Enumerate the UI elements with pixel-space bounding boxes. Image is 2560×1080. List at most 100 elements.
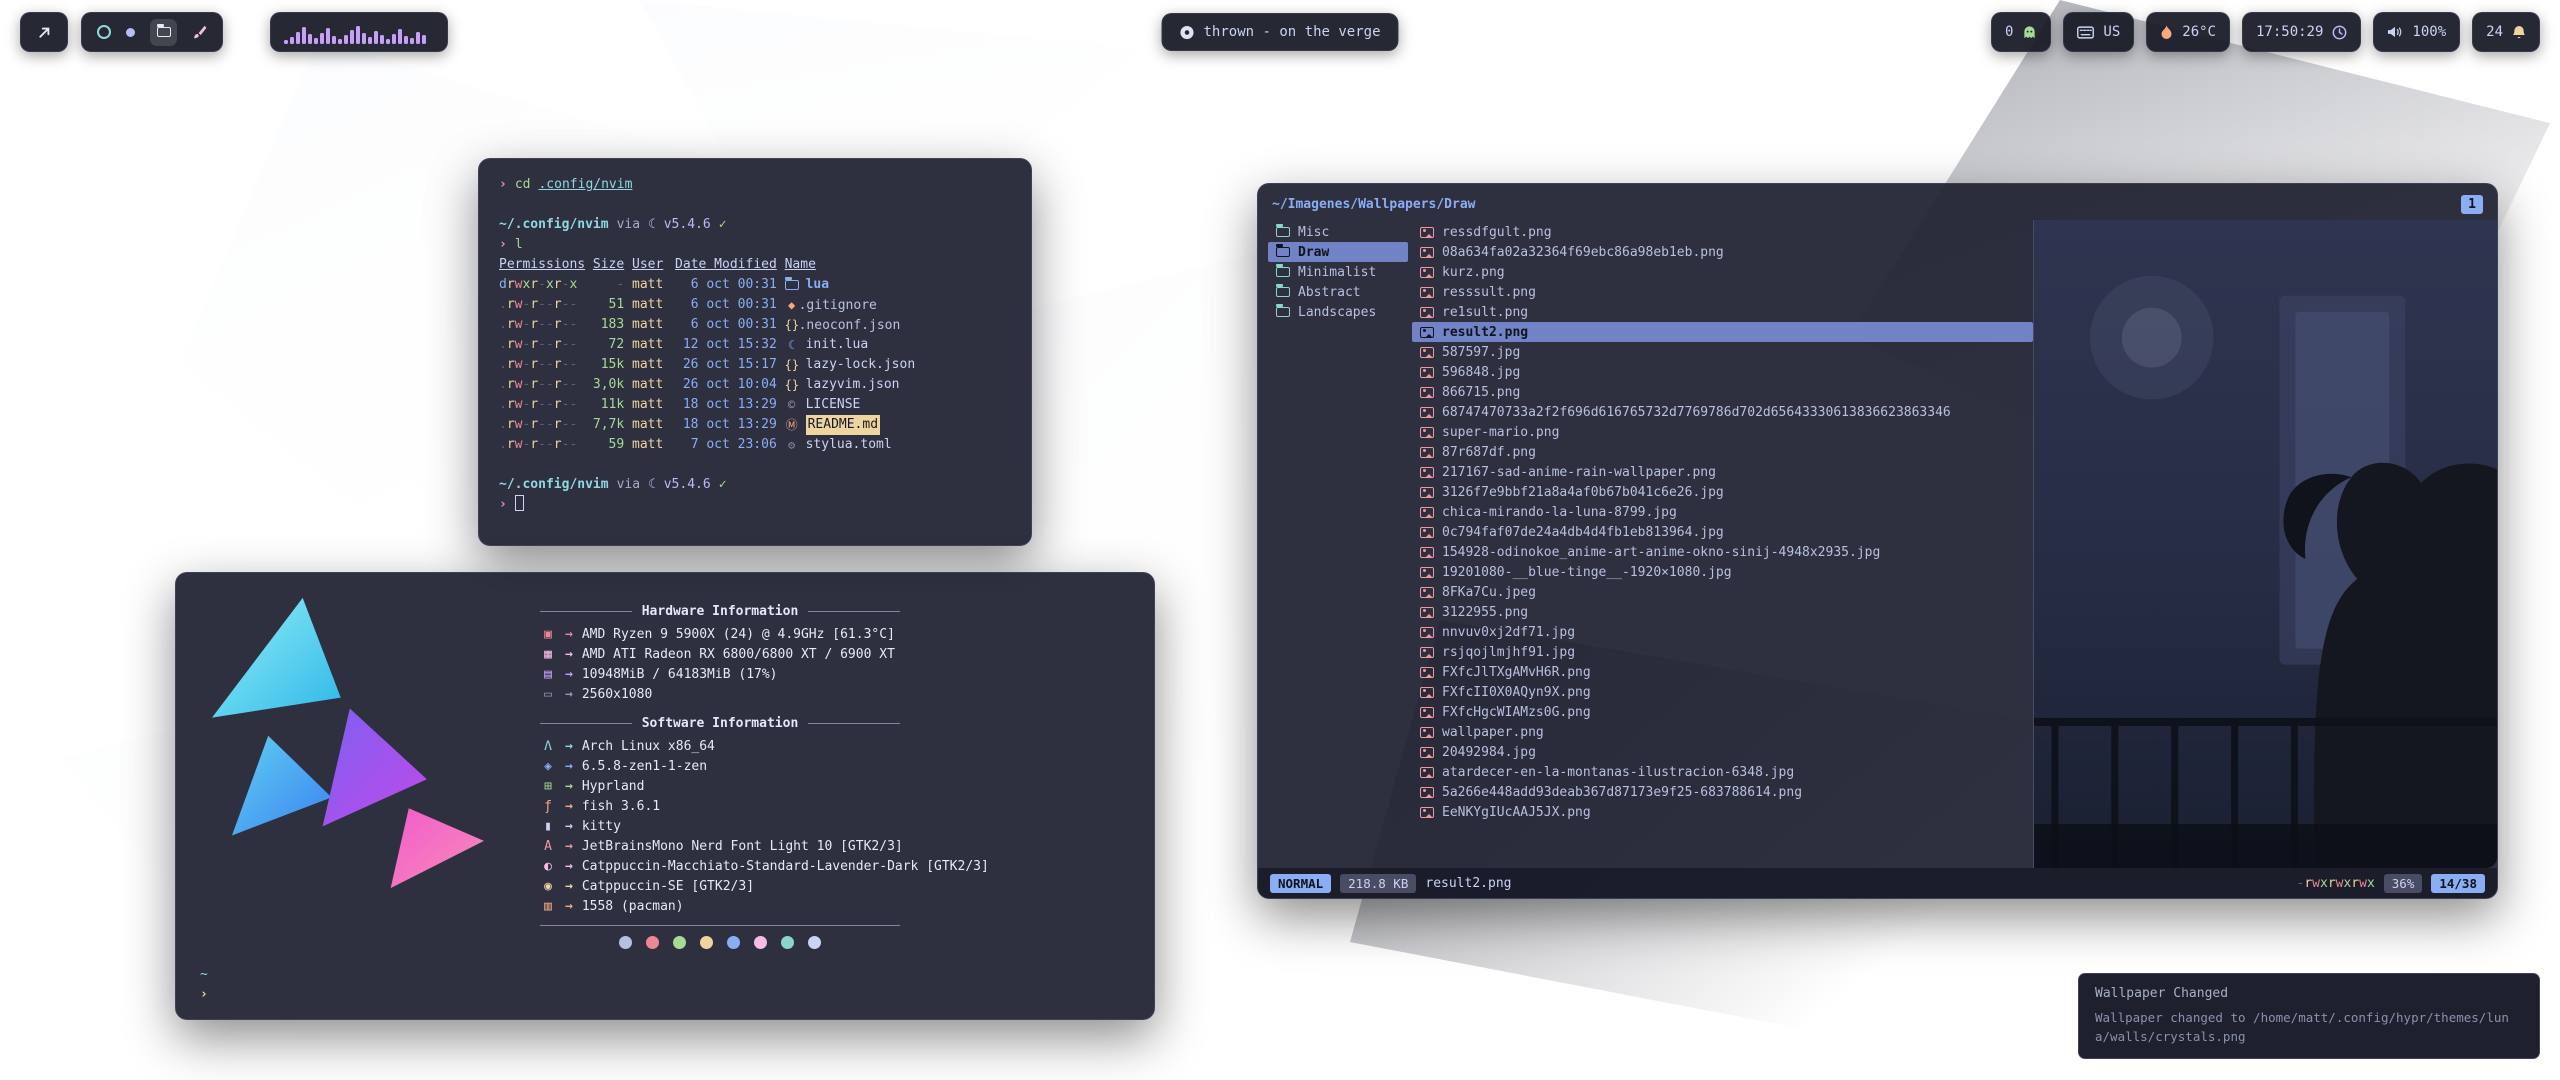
listing-row[interactable]: .rw-r--r-- 15k matt 26 oct 15:17 {}lazy-… [499,355,1011,375]
status-bar: thrown - on the verge 0 US 26°C 17:50:29… [0,12,2560,54]
file-item[interactable]: 0c794faf07de24a4db4d4fb1eb813964.jpg [1412,522,2033,542]
file-item[interactable]: 217167-sad-anime-rain-wallpaper.png [1412,462,2033,482]
image-file-icon [1420,307,1434,318]
sidebar-folder-abstract[interactable]: Abstract [1268,282,1408,302]
fetch-value: 2560x1080 [582,685,652,705]
folder-name: Draw [1298,245,1329,260]
listing-row[interactable]: drwxr-xr-x - matt 6 oct 00:31 lua [499,275,1011,295]
listing-row[interactable]: .rw-r--r-- 7,7k matt 18 oct 13:29 ⓂREADM… [499,415,1011,435]
sidebar-folder-minimalist[interactable]: Minimalist [1268,262,1408,282]
file-item[interactable]: nnvuv0xj2df71.jpg [1412,622,2033,642]
memory-icon: ▤ [540,665,556,685]
updates-ghost-icon [2022,25,2037,40]
file-item[interactable]: 3126f7e9bbf21a8a4af0b67b041c6e26.jpg [1412,482,2033,502]
sidebar-folder-draw[interactable]: Draw [1268,242,1408,262]
file-item[interactable]: 587597.jpg [1412,342,2033,362]
file-item[interactable]: atardecer-en-la-montanas-ilustracion-634… [1412,762,2033,782]
sidebar-folder-misc[interactable]: Misc [1268,222,1408,242]
file-item[interactable]: 87r687df.png [1412,442,2033,462]
arrow-icon: → [565,665,573,685]
fetch-value: Catppuccin-SE [GTK2/3] [582,877,754,897]
file-name: 217167-sad-anime-rain-wallpaper.png [1442,465,1716,480]
file-item[interactable]: resssult.png [1412,282,2033,302]
terminal-cursor[interactable] [515,495,524,511]
image-file-icon [1420,807,1434,818]
file-item[interactable]: 8FKa7Cu.jpeg [1412,582,2033,602]
distro-logo [212,593,484,893]
file-item[interactable]: EeNKYgIUcAAJ5JX.png [1412,802,2033,822]
listing-row[interactable]: .rw-r--r-- 11k matt 18 oct 13:29 ©LICENS… [499,395,1011,415]
file-name: 587597.jpg [1442,345,1520,360]
clock-icon [2332,25,2347,40]
temperature-module[interactable]: 26°C [2146,12,2230,52]
file-name: EeNKYgIUcAAJ5JX.png [1442,805,1591,820]
file-name: init.lua [806,335,869,355]
file-name: stylua.toml [806,435,892,455]
terminal-window[interactable]: ›cd.config/nvim ~/.config/nvimvia☾ v5.4.… [478,158,1032,546]
file-item[interactable]: 596848.jpg [1412,362,2033,382]
file-manager-window[interactable]: ~/Imagenes/Wallpapers/Draw 1 Misc Draw M… [1257,183,2498,899]
notifications-module[interactable]: 24 [2472,12,2540,52]
dock-paintbrush-icon[interactable] [192,25,207,40]
visualizer-bar [368,37,372,44]
file-item[interactable]: 20492984.jpg [1412,742,2033,762]
terminal-icon: ▮ [540,817,556,837]
flame-icon [2160,25,2173,40]
tab-indicator[interactable]: 1 [2461,195,2483,214]
file-item[interactable]: 154928-odinokoe_anime-art-anime-okno-sin… [1412,542,2033,562]
listing-row[interactable]: .rw-r--r-- 3,0k matt 26 oct 10:04 {}lazy… [499,375,1011,395]
file-item[interactable]: chica-mirando-la-luna-8799.jpg [1412,502,2033,522]
listing-row[interactable]: .rw-r--r-- 72 matt 12 oct 15:32 ☾init.lu… [499,335,1011,355]
fetch-line: ▮ → kitty [540,817,1100,837]
updates-module[interactable]: 0 [1991,12,2051,52]
file-name: FXfcJlTXgAMvH6R.png [1442,665,1591,680]
file-item[interactable]: kurz.png [1412,262,2033,282]
file-item[interactable]: FXfcJlTXgAMvH6R.png [1412,662,2033,682]
launcher-button[interactable] [20,12,68,52]
file-item[interactable]: 08a634fa02a32364f69ebc86a98eb1eb.png [1412,242,2033,262]
volume-module[interactable]: 100% [2373,12,2460,52]
file-item[interactable]: FXfcII0X0AQyn9X.png [1412,682,2033,702]
audio-visualizer [270,12,448,52]
fetch-value: kitty [582,817,621,837]
file-item[interactable]: 19201080-__blue-tinge__-1920×1080.jpg [1412,562,2033,582]
file-name: 3126f7e9bbf21a8a4af0b67b041c6e26.jpg [1442,485,1724,500]
file-item[interactable]: ressdfgult.png [1412,222,2033,242]
shell-prompt: ~ › [200,965,208,1005]
file-item[interactable]: rsjqojlmjhf91.jpg [1412,642,2033,662]
keyboard-layout-module[interactable]: US [2063,12,2134,52]
folder-icon [1276,287,1290,297]
dock-folder-icon[interactable] [150,19,177,46]
file-item[interactable]: result2.png [1412,322,2033,342]
dock-ring-icon[interactable] [97,25,111,39]
sidebar-folder-landscapes[interactable]: Landscapes [1268,302,1408,322]
visualizer-bar [344,35,348,44]
fetch-line: ▭ → 2560x1080 [540,685,1100,705]
file-item[interactable]: 5a266e448add93deab367d87173e9f25-6837886… [1412,782,2033,802]
notification-toast[interactable]: Wallpaper Changed Wallpaper changed to /… [2078,973,2540,1059]
listing-header: PermissionsSizeUserDate ModifiedName [499,255,1011,275]
file-name: README.md [806,415,880,435]
file-item[interactable]: re1sult.png [1412,302,2033,322]
listing-row[interactable]: .rw-r--r-- 183 matt 6 oct 00:31 {}.neoco… [499,315,1011,335]
folder-name: Misc [1298,225,1329,240]
file-item[interactable]: FXfcHgcWIAMzs0G.png [1412,702,2033,722]
hardware-info: ▣ → AMD Ryzen 9 5900X (24) @ 4.9GHz [61.… [540,625,1100,705]
fastfetch-window[interactable]: Hardware Information ▣ → AMD Ryzen 9 590… [175,572,1155,1020]
file-item[interactable]: wallpaper.png [1412,722,2033,742]
listing-row[interactable]: .rw-r--r-- 59 matt 7 oct 23:06 ⚙stylua.t… [499,435,1011,455]
folder-name: Landscapes [1298,305,1376,320]
listing-row[interactable]: .rw-r--r-- 51 matt 6 oct 00:31 ◆.gitigno… [499,295,1011,315]
clock-module[interactable]: 17:50:29 [2242,12,2361,52]
image-file-icon [1420,547,1434,558]
now-playing-pill[interactable]: thrown - on the verge [1161,13,1398,51]
breadcrumb-path: ~/Imagenes/Wallpapers/Draw [1272,197,1476,212]
file-item[interactable]: 866715.png [1412,382,2033,402]
image-file-icon [1420,247,1434,258]
status-filename: result2.png [1425,876,1511,891]
dock-dot-icon[interactable] [126,28,135,37]
file-item[interactable]: 68747470733a2f2f696d616765732d7769786d70… [1412,402,2033,422]
file-item[interactable]: 3122955.png [1412,602,2033,622]
topbar-left-cluster [20,12,448,52]
file-item[interactable]: super-mario.png [1412,422,2033,442]
